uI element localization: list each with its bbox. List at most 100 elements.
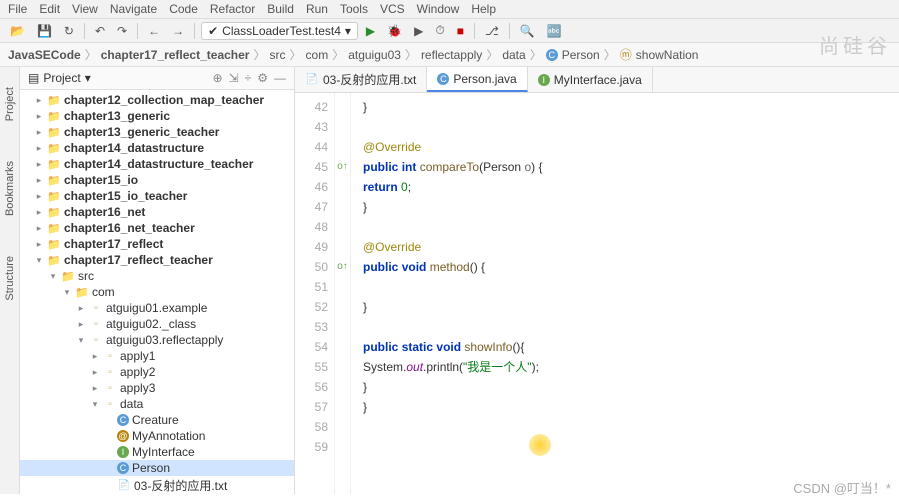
locate-icon[interactable]: ⊕ xyxy=(213,71,223,85)
tree-arrow[interactable] xyxy=(34,159,44,170)
menu-view[interactable]: View xyxy=(72,2,98,16)
breadcrumb-item[interactable]: src xyxy=(270,48,286,62)
open-icon[interactable]: 📂 xyxy=(6,22,29,40)
breadcrumb-item[interactable]: Person xyxy=(562,48,600,62)
breadcrumb-item[interactable]: chapter17_reflect_teacher xyxy=(101,48,250,62)
menu-file[interactable]: File xyxy=(8,2,27,16)
menu-run[interactable]: Run xyxy=(306,2,328,16)
tree-arrow[interactable] xyxy=(34,127,44,138)
tree-node[interactable]: apply3 xyxy=(20,380,294,396)
gear-icon[interactable]: ⚙ xyxy=(257,71,268,85)
editor-tab[interactable]: Person.java xyxy=(427,67,527,92)
breadcrumb-item[interactable]: reflectapply xyxy=(421,48,482,62)
tree-node[interactable]: chapter16_net xyxy=(20,204,294,220)
tree-arrow[interactable] xyxy=(34,111,44,122)
tree-node[interactable]: com xyxy=(20,284,294,300)
tree-node[interactable]: chapter13_generic_teacher xyxy=(20,124,294,140)
tree-node[interactable]: chapter17_reflect xyxy=(20,236,294,252)
tree-arrow[interactable] xyxy=(76,335,86,346)
tree-arrow[interactable] xyxy=(34,223,44,234)
run-config-selector[interactable]: ✔ ClassLoaderTest.test4 ▾ xyxy=(201,22,358,40)
redo-icon[interactable]: ↷ xyxy=(113,22,131,40)
tree-node[interactable]: chapter13_generic xyxy=(20,108,294,124)
tree-arrow[interactable] xyxy=(62,287,72,298)
tree-node[interactable]: apply1 xyxy=(20,348,294,364)
rail-structure[interactable]: Structure xyxy=(4,256,16,301)
breadcrumb-item[interactable]: JavaSECode xyxy=(8,48,81,62)
rail-project[interactable]: Project xyxy=(4,87,16,121)
project-tree[interactable]: chapter12_collection_map_teacherchapter1… xyxy=(20,90,294,494)
code-editor[interactable]: 424344454647484950515253545556575859 o↑o… xyxy=(295,93,899,494)
tree-node[interactable]: Creature xyxy=(20,412,294,428)
undo-icon[interactable]: ↶ xyxy=(91,22,109,40)
tree-node[interactable]: chapter12_collection_map_teacher xyxy=(20,92,294,108)
tree-node[interactable]: chapter15_io xyxy=(20,172,294,188)
menu-vcs[interactable]: VCS xyxy=(380,2,405,16)
save-icon[interactable]: 💾 xyxy=(33,22,56,40)
tree-node[interactable]: atguigu02._class xyxy=(20,316,294,332)
stop-icon[interactable]: ■ xyxy=(453,22,468,40)
tree-arrow[interactable] xyxy=(48,271,58,282)
refresh-icon[interactable]: ↻ xyxy=(60,22,78,40)
coverage-icon[interactable]: ▶ xyxy=(410,22,427,40)
tree-arrow[interactable] xyxy=(34,191,44,202)
expand-icon[interactable]: ⇲ xyxy=(229,71,239,85)
code-content[interactable]: } @Override public int compareTo(Person … xyxy=(351,93,899,494)
tree-arrow[interactable] xyxy=(90,399,100,410)
tree-arrow[interactable] xyxy=(76,319,86,330)
hide-icon[interactable]: — xyxy=(274,71,286,85)
tree-node[interactable]: Person xyxy=(20,460,294,476)
tree-node[interactable]: chapter14_datastructure xyxy=(20,140,294,156)
tree-arrow[interactable] xyxy=(34,207,44,218)
menu-code[interactable]: Code xyxy=(169,2,198,16)
tree-node[interactable]: chapter15_io_teacher xyxy=(20,188,294,204)
tree-node[interactable]: atguigu03.reflectapply xyxy=(20,332,294,348)
tree-arrow[interactable] xyxy=(34,175,44,186)
run-icon[interactable]: ▶ xyxy=(362,22,379,40)
tree-arrow[interactable] xyxy=(90,383,100,394)
debug-icon[interactable]: 🐞 xyxy=(383,22,406,40)
tree-label: MyInterface xyxy=(132,445,195,459)
tree-arrow[interactable] xyxy=(90,367,100,378)
tree-node[interactable]: apply2 xyxy=(20,364,294,380)
forward-icon[interactable]: → xyxy=(168,22,188,40)
rail-bookmarks[interactable]: Bookmarks xyxy=(4,161,16,216)
breadcrumb-item[interactable]: com xyxy=(306,48,329,62)
editor-tab[interactable]: 03-反射的应用.txt xyxy=(295,67,427,92)
breadcrumb-item[interactable]: data xyxy=(502,48,525,62)
vcs-icon[interactable]: ⎇ xyxy=(481,22,503,40)
editor-tab[interactable]: MyInterface.java xyxy=(528,67,653,92)
tree-node[interactable]: 03-反射的应用.txt xyxy=(20,476,294,494)
search-icon[interactable]: 🔍 xyxy=(516,22,539,40)
tree-node[interactable]: MyInterface xyxy=(20,444,294,460)
tree-arrow[interactable] xyxy=(76,303,86,314)
menu-navigate[interactable]: Navigate xyxy=(110,2,157,16)
menu-help[interactable]: Help xyxy=(471,2,496,16)
tree-node[interactable]: atguigu01.example xyxy=(20,300,294,316)
collapse-icon[interactable]: ÷ xyxy=(245,71,252,85)
tree-node[interactable]: chapter14_datastructure_teacher xyxy=(20,156,294,172)
tree-arrow[interactable] xyxy=(34,143,44,154)
breadcrumb-item[interactable]: atguigu03 xyxy=(348,48,401,62)
tree-node[interactable]: chapter17_reflect_teacher xyxy=(20,252,294,268)
menu-window[interactable]: Window xyxy=(417,2,460,16)
tree-arrow[interactable] xyxy=(34,239,44,250)
tree-node[interactable]: data xyxy=(20,396,294,412)
tree-node[interactable]: chapter16_net_teacher xyxy=(20,220,294,236)
tree-arrow[interactable] xyxy=(90,351,100,362)
chevron-down-icon[interactable]: ▾ xyxy=(85,71,91,85)
menu-tools[interactable]: Tools xyxy=(340,2,368,16)
tree-arrow[interactable] xyxy=(34,255,44,266)
menu-edit[interactable]: Edit xyxy=(39,2,60,16)
translate-icon[interactable]: 🔤 xyxy=(543,22,566,40)
menu-refactor[interactable]: Refactor xyxy=(210,2,255,16)
gutter-override-icon[interactable]: o↑ xyxy=(335,157,350,177)
tree-node[interactable]: src xyxy=(20,268,294,284)
menu-build[interactable]: Build xyxy=(267,2,294,16)
gutter-override-icon[interactable]: o↑ xyxy=(335,257,350,277)
back-icon[interactable]: ← xyxy=(144,22,164,40)
profile-icon[interactable]: ⏱ xyxy=(431,21,448,40)
tree-node[interactable]: MyAnnotation xyxy=(20,428,294,444)
breadcrumb-item[interactable]: showNation xyxy=(636,48,699,62)
tree-arrow[interactable] xyxy=(34,95,44,106)
